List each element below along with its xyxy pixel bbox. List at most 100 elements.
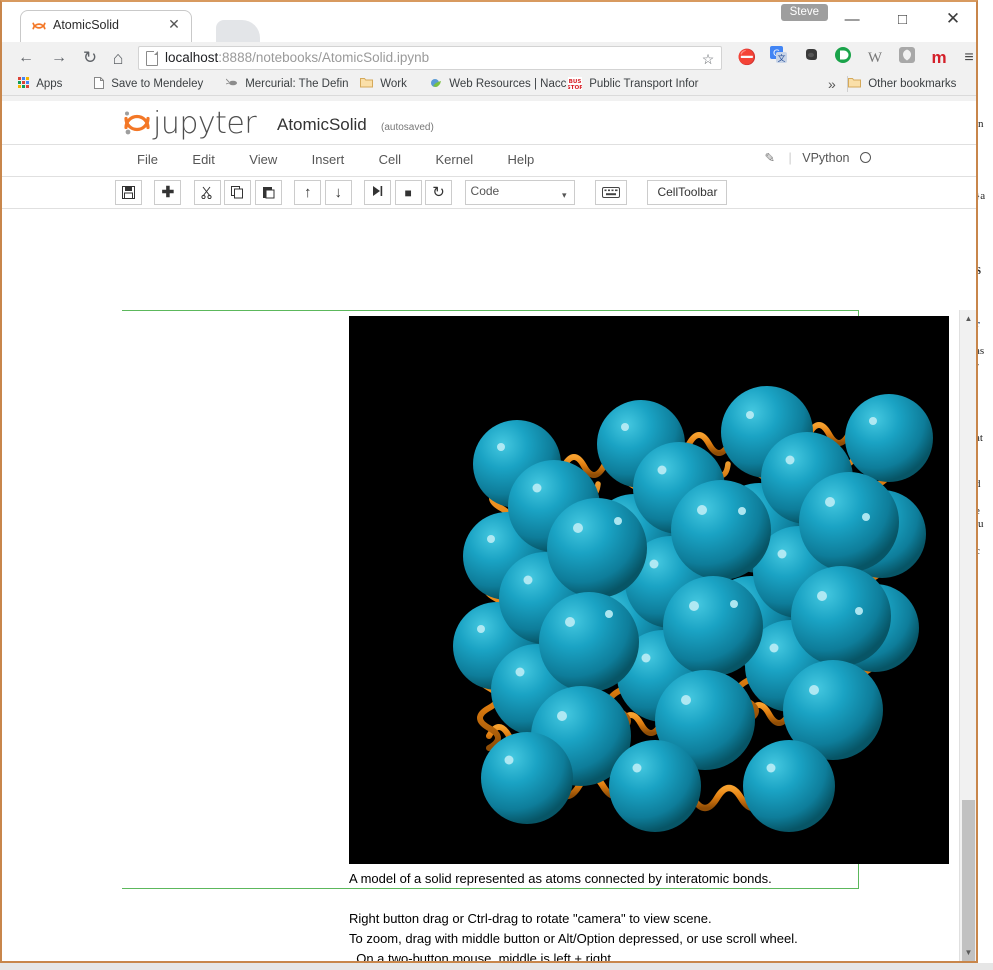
tab-strip: AtomicSolid ✕	[20, 6, 260, 42]
maximize-button[interactable]: □	[880, 3, 926, 37]
browser-nav-bar: ← → ↻ ⌂ localhost:8888/notebooks/AtomicS…	[2, 42, 976, 72]
output-description: A model of a solid represented as atoms …	[349, 871, 772, 886]
jupyter-logo[interactable]: jupyter	[122, 105, 257, 141]
bookmark-star-icon[interactable]: ☆	[699, 50, 717, 68]
bookmark-web-resources[interactable]: Web Resources | Nacc	[430, 75, 568, 93]
desktop-taskbar	[0, 963, 993, 970]
restart-kernel-button[interactable]: ↻	[425, 180, 453, 205]
scroll-up-arrow[interactable]: ▲	[960, 310, 976, 327]
new-tab-button[interactable]	[216, 20, 260, 42]
toolbar-group-insert: ✚	[154, 180, 182, 205]
kernel-status-icon[interactable]	[860, 152, 871, 163]
copy-cell-button[interactable]	[224, 180, 252, 205]
url-text: localhost:8888/notebooks/AtomicSolid.ipy…	[165, 50, 429, 65]
scrollbar-thumb[interactable]	[962, 800, 975, 961]
page-viewport: jupyter AtomicSolid (autosaved) File Edi…	[2, 101, 976, 961]
mendeley-icon[interactable]: m	[927, 46, 951, 70]
apps-grid-icon	[18, 77, 32, 90]
bookmarks-overflow-button[interactable]: »	[828, 75, 836, 93]
back-icon[interactable]: ←	[14, 46, 38, 70]
home-icon[interactable]: ⌂	[106, 46, 130, 70]
paste-cell-button[interactable]	[254, 180, 282, 205]
folder-icon	[848, 78, 864, 90]
bookmark-work[interactable]: Work	[360, 75, 426, 93]
selected-output-cell[interactable]: A model of a solid represented as atoms …	[122, 310, 949, 961]
forward-icon[interactable]: →	[47, 46, 71, 70]
kernel-name[interactable]: VPython	[802, 151, 849, 165]
output-text: A model of a solid represented as atoms …	[349, 869, 969, 961]
scroll-down-arrow[interactable]: ▼	[960, 944, 976, 961]
jupyter-menubar: File Edit View Insert Cell Kernel Help ✎…	[2, 145, 976, 177]
bookmark-save-to-mendeley[interactable]: Save to Mendeley	[94, 75, 224, 93]
interrupt-kernel-button[interactable]: ■	[394, 180, 422, 205]
toolbar-group-run: ■ ↻	[364, 180, 453, 205]
menu-insert[interactable]: Insert	[297, 145, 360, 174]
autosave-status: (autosaved)	[381, 122, 434, 133]
close-window-button[interactable]: ✕	[930, 2, 976, 36]
reload-icon[interactable]: ↻	[78, 46, 102, 70]
vpython-3d-scene[interactable]	[349, 316, 949, 864]
menu-view[interactable]: View	[234, 145, 292, 174]
toolbar-group-keyboard	[594, 180, 627, 205]
chrome-browser-window: AtomicSolid ✕ Steve — □ ✕ ← → ↻ ⌂ localh…	[0, 0, 978, 963]
adblock-icon[interactable]: ⛔	[735, 46, 759, 70]
wikipedia-icon[interactable]: W	[863, 46, 887, 70]
jupyter-favicon	[31, 18, 47, 34]
output-spacer	[349, 889, 969, 909]
minimize-button[interactable]: —	[829, 3, 875, 37]
bookmark-label: Apps	[36, 78, 63, 90]
google-translate-icon[interactable]: G文	[767, 46, 791, 70]
menu-help[interactable]: Help	[493, 145, 550, 174]
notebook-canvas: A model of a solid represented as atoms …	[2, 310, 976, 961]
chrome-menu-icon[interactable]: ≡	[957, 46, 976, 70]
browser-tab-atomicsolid[interactable]: AtomicSolid ✕	[20, 10, 192, 42]
bookmark-label: Public Transport Infor	[589, 78, 699, 90]
jupyter-logo-icon	[122, 108, 152, 138]
folder-icon	[360, 78, 376, 90]
url-path: :8888/notebooks/AtomicSolid.ipynb	[218, 50, 430, 65]
bookmark-apps[interactable]: Apps	[18, 75, 88, 93]
insert-cell-below-button[interactable]: ✚	[154, 180, 182, 205]
address-bar[interactable]: localhost:8888/notebooks/AtomicSolid.ipy…	[138, 46, 722, 70]
menubar-divider: |	[788, 151, 792, 165]
atomic-solid-render	[349, 316, 949, 864]
kernel-indicator-area: ✎ | VPython	[765, 150, 871, 165]
page-scrollbar[interactable]: ▲ ▼	[959, 310, 976, 961]
pencil-icon[interactable]: ✎	[765, 150, 775, 165]
bus-stop-icon: BUSSTOP	[568, 77, 585, 91]
move-cell-down-button[interactable]: ↓	[324, 180, 352, 205]
evernote-icon[interactable]	[799, 46, 823, 70]
bookmark-label: Other bookmarks	[868, 78, 957, 90]
menu-edit[interactable]: Edit	[177, 145, 229, 174]
bookmark-label: Web Resources | Nacc	[449, 78, 567, 90]
run-cell-button[interactable]	[364, 180, 392, 205]
menu-kernel[interactable]: Kernel	[421, 145, 489, 174]
profile-button[interactable]: Steve	[780, 4, 828, 21]
toolbar-group-save	[115, 180, 142, 205]
shield-icon[interactable]	[895, 46, 919, 70]
bookmark-public-transport[interactable]: BUSSTOP Public Transport Infor	[568, 75, 708, 93]
save-button[interactable]	[115, 180, 142, 205]
cell-type-select[interactable]: Code ▾	[464, 180, 575, 205]
cell-toolbar-button[interactable]: CellToolbar	[647, 180, 728, 205]
move-cell-up-button[interactable]: ↑	[294, 180, 322, 205]
menu-file[interactable]: File	[122, 145, 173, 174]
output-instruction-mouse: On a two-button mouse, middle is left + …	[349, 951, 615, 961]
close-icon[interactable]: ✕	[167, 17, 181, 31]
toolbar-group-clipboard	[193, 180, 282, 205]
menu-items: File Edit View Insert Cell Kernel Help	[122, 145, 549, 174]
notebook-name[interactable]: AtomicSolid	[277, 115, 367, 135]
mercurial-icon	[226, 78, 241, 90]
bookmark-label: Work	[380, 78, 407, 90]
page-info-icon[interactable]	[146, 51, 158, 66]
jupyter-header: jupyter AtomicSolid (autosaved)	[2, 101, 976, 145]
bookmark-other-bookmarks[interactable]: Other bookmarks	[848, 75, 968, 93]
globe-icon	[430, 78, 445, 90]
svg-text:STOP: STOP	[568, 85, 582, 90]
svg-text:文: 文	[778, 53, 786, 63]
pocket-icon[interactable]	[831, 46, 855, 70]
bookmark-mercurial[interactable]: Mercurial: The Definit	[226, 75, 348, 93]
cut-cell-button[interactable]	[193, 180, 221, 205]
keyboard-icon[interactable]	[594, 180, 627, 205]
menu-cell[interactable]: Cell	[364, 145, 416, 174]
